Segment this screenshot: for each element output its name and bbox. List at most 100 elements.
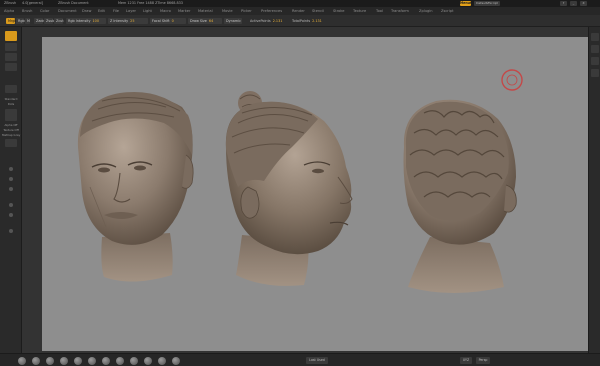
menu-zplugin[interactable]: Zplugin <box>419 7 433 15</box>
z-intensity-label: Z Intensity <box>110 19 129 23</box>
m-button[interactable]: M <box>25 18 30 24</box>
stroke-name-label: Dots <box>7 102 15 106</box>
menu-material[interactable]: Material <box>198 7 213 15</box>
menu-preferences[interactable]: Preferences <box>261 7 282 15</box>
brush-slot-6-icon[interactable] <box>88 357 96 365</box>
brush-slot-7-icon[interactable] <box>102 357 110 365</box>
draw-size-slider[interactable]: Draw Size 64 <box>188 18 222 24</box>
last-used-button[interactable]: Last Used <box>306 357 328 364</box>
total-points-label: TotalPoints <box>292 19 311 23</box>
alpha-name-label: Alpha Off <box>4 123 18 127</box>
menu-light[interactable]: Light <box>143 7 152 15</box>
zadd-button[interactable]: Zadd <box>34 18 45 24</box>
menus-toggle-button[interactable]: Menus <box>460 1 472 6</box>
focal-shift-slider[interactable]: Focal Shift 0 <box>150 18 186 24</box>
brush-slot-12-icon[interactable] <box>172 357 180 365</box>
texture-name-label: Texture Off <box>3 128 19 132</box>
menu-marker[interactable]: Marker <box>178 7 190 15</box>
menu-texture[interactable]: Texture <box>353 7 366 15</box>
document-title: ZBrush Document <box>58 1 89 5</box>
menu-render[interactable]: Render <box>292 7 305 15</box>
texture-selector-button[interactable] <box>5 63 17 71</box>
right-tray <box>588 27 600 353</box>
color-swatch-button[interactable] <box>5 139 17 147</box>
menu-file[interactable]: File <box>113 7 119 15</box>
menu-layer[interactable]: Layer <box>126 7 136 15</box>
xyz-button[interactable]: XYZ <box>460 357 472 364</box>
default-zscript-button[interactable]: DefaultZScript <box>474 1 500 6</box>
menu-draw[interactable]: Draw <box>82 7 91 15</box>
aahalf-button[interactable] <box>591 69 599 77</box>
head-profile-view <box>225 91 353 286</box>
stroke-selector-button[interactable] <box>5 43 17 51</box>
tray-dot-5[interactable] <box>9 213 13 217</box>
active-points-readout: ActivePoints 2.131 <box>248 18 284 24</box>
sculpt-viewport <box>77 69 523 293</box>
brush-slot-2-icon[interactable] <box>32 357 40 365</box>
brush-slot-9-icon[interactable] <box>130 357 138 365</box>
brush-preview-button[interactable] <box>5 109 17 121</box>
brush-slot-8-icon[interactable] <box>116 357 124 365</box>
menu-movie[interactable]: Movie <box>222 7 233 15</box>
brush-slot-4-icon[interactable] <box>60 357 68 365</box>
focal-shift-value: 0 <box>171 19 174 23</box>
document-canvas[interactable] <box>42 37 588 351</box>
z-intensity-slider[interactable]: Z Intensity 25 <box>108 18 148 24</box>
rgb-button[interactable]: Rgb <box>16 18 25 24</box>
memory-info: Mem 1231 Free 1488 ZTime 8668.833 <box>118 1 183 5</box>
brush-slot-1-icon[interactable] <box>18 357 26 365</box>
active-points-label: ActivePoints <box>250 19 271 23</box>
material-selector-button[interactable] <box>5 85 17 93</box>
close-button[interactable]: X <box>580 1 587 6</box>
active-points-value: 2.131 <box>272 19 283 23</box>
menu-zscript[interactable]: Zscript <box>441 7 453 15</box>
zcut-button[interactable]: Zcut <box>54 18 64 24</box>
alpha-selector-button[interactable] <box>5 53 17 61</box>
app-version: 4.0[general] <box>22 1 43 5</box>
bottom-bar: Last Used XYZ Persp <box>0 353 600 366</box>
app-name: ZBrush <box>4 1 17 5</box>
material-name-label: MatCap Gray <box>2 133 21 137</box>
menu-tool[interactable]: Tool <box>376 7 383 15</box>
total-points-value: 2.131 <box>312 19 322 23</box>
tray-dot-4[interactable] <box>9 203 13 207</box>
rgb-intensity-value: 100 <box>92 19 99 23</box>
zsub-button[interactable]: Zsub <box>44 18 54 24</box>
menu-stroke[interactable]: Stroke <box>333 7 344 15</box>
tray-dot-6[interactable] <box>9 229 13 233</box>
menu-picker[interactable]: Picker <box>241 7 252 15</box>
menu-macro[interactable]: Macro <box>160 7 171 15</box>
tray-dot-1[interactable] <box>9 167 13 171</box>
draw-size-value: 64 <box>208 19 214 23</box>
rgb-intensity-slider[interactable]: Rgb Intensity 100 <box>66 18 106 24</box>
scroll-button[interactable] <box>591 33 599 41</box>
brush-slot-5-icon[interactable] <box>74 357 82 365</box>
draw-size-label: Draw Size <box>190 19 207 23</box>
zoom-button[interactable] <box>591 45 599 53</box>
help-button[interactable]: ? <box>560 1 567 6</box>
actual-button[interactable] <box>591 57 599 65</box>
brush-slot-3-icon[interactable] <box>46 357 54 365</box>
minimize-button[interactable]: _ <box>570 1 577 6</box>
menu-color[interactable]: Color <box>40 7 49 15</box>
mrgb-button[interactable]: Mrgb <box>6 18 17 24</box>
total-points-readout: TotalPoints 2.131 <box>290 18 324 24</box>
brush-cursor <box>501 69 523 91</box>
menu-brush[interactable]: Brush <box>22 7 32 15</box>
menu-stencil[interactable]: Stencil <box>312 7 324 15</box>
menu-document[interactable]: Document <box>58 7 77 15</box>
brush-slot-11-icon[interactable] <box>158 357 166 365</box>
focal-shift-label: Focal Shift <box>152 19 170 23</box>
menu-bar: Alpha Brush Color Document Draw Edit Fil… <box>0 7 600 15</box>
z-intensity-value: 25 <box>130 19 135 23</box>
tray-dot-3[interactable] <box>9 187 13 191</box>
menu-alpha[interactable]: Alpha <box>4 7 14 15</box>
tray-dot-2[interactable] <box>9 177 13 181</box>
brush-slot-10-icon[interactable] <box>144 357 152 365</box>
dynamic-toggle[interactable]: Dynamic <box>224 18 242 24</box>
head-back-view <box>403 99 517 293</box>
menu-edit[interactable]: Edit <box>98 7 105 15</box>
brush-selector-button[interactable] <box>5 31 17 41</box>
menu-transform[interactable]: Transform <box>391 7 409 15</box>
persp-button[interactable]: Persp <box>476 357 490 364</box>
